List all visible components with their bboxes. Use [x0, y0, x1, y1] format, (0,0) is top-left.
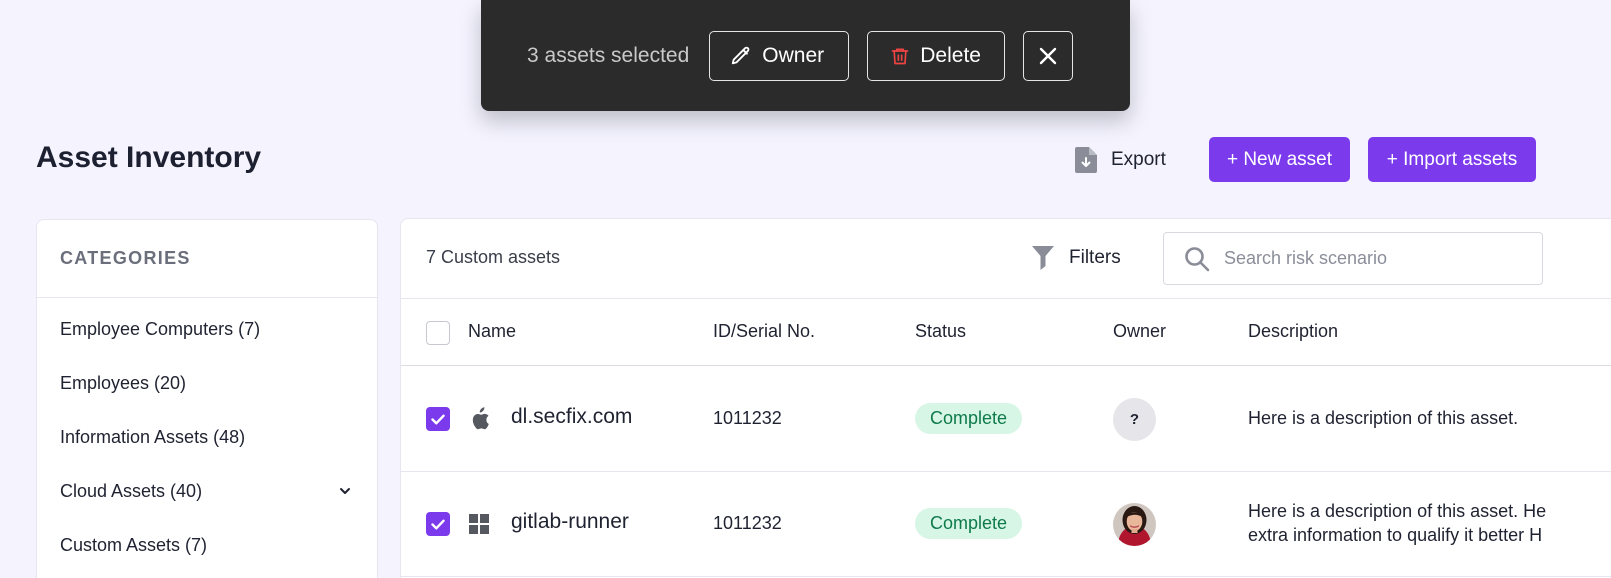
selection-count: 3 assets selected [527, 43, 690, 67]
status-badge: Complete [915, 403, 1023, 434]
search-input[interactable] [1224, 248, 1524, 269]
close-icon [1038, 46, 1058, 66]
category-item-custom-assets[interactable]: Custom Assets (7) [60, 530, 351, 560]
page-title: Asset Inventory [36, 141, 262, 174]
column-header-description[interactable]: Description [1248, 321, 1338, 342]
filters-button[interactable]: Filters [1031, 245, 1121, 271]
selection-toast: 3 assets selected Owner Delete [481, 0, 1130, 111]
asset-description: Here is a description of this asset. He … [1248, 499, 1611, 547]
new-asset-button[interactable]: + New asset [1209, 137, 1350, 182]
description-line: extra information to qualify it better H [1248, 525, 1543, 545]
category-label: Information Assets (48) [60, 426, 246, 447]
category-item-employees[interactable]: Employees (20) [60, 368, 351, 398]
category-label: Custom Assets (7) [60, 534, 208, 555]
column-header-status[interactable]: Status [915, 321, 966, 342]
categories-heading: CATEGORIES [37, 220, 377, 298]
status-badge: Complete [915, 508, 1023, 539]
category-label: Employee Computers (7) [60, 318, 261, 339]
avatar[interactable] [1113, 503, 1156, 546]
file-download-icon [1075, 147, 1097, 173]
category-label: Cloud Assets (40) [60, 480, 203, 501]
asset-name[interactable]: dl.secfix.com [511, 405, 632, 429]
column-header-name[interactable]: Name [468, 321, 516, 342]
asset-name[interactable]: gitlab-runner [511, 510, 629, 534]
category-item-cloud-assets[interactable]: Cloud Assets (40) [60, 476, 351, 506]
filters-label: Filters [1069, 247, 1121, 268]
row-checkbox[interactable] [426, 407, 450, 431]
avatar[interactable]: ? [1113, 398, 1156, 441]
asset-id: 1011232 [713, 513, 782, 533]
search-box [1163, 232, 1543, 285]
close-toast-button[interactable] [1023, 30, 1074, 81]
categories-panel: CATEGORIES Employee Computers (7) Employ… [36, 219, 378, 578]
select-all-checkbox[interactable] [426, 321, 450, 345]
category-label: Employees (20) [60, 372, 187, 393]
assets-table-panel: 7 Custom assets Filters Name ID/Serial N… [400, 218, 1611, 578]
row-checkbox[interactable] [426, 512, 450, 536]
pencil-icon [730, 45, 752, 67]
search-icon [1184, 246, 1210, 272]
export-button[interactable]: Export [1075, 144, 1166, 176]
table-row[interactable]: gitlab-runner 1011232 Complete Here is a… [401, 472, 1611, 577]
table-header-row: Name ID/Serial No. Status Owner Descript… [401, 299, 1611, 366]
trash-icon [890, 45, 910, 67]
asset-count: 7 Custom assets [426, 247, 561, 267]
asset-id: 1011232 [713, 408, 782, 428]
asset-description: Here is a description of this asset. [1248, 406, 1611, 430]
windows-icon [469, 514, 489, 534]
funnel-icon [1031, 245, 1055, 271]
set-owner-button[interactable]: Owner [709, 30, 850, 81]
chevron-down-icon[interactable] [339, 487, 351, 495]
owner-button-label: Owner [762, 43, 825, 67]
delete-button[interactable]: Delete [867, 30, 1006, 81]
column-header-owner[interactable]: Owner [1113, 321, 1166, 342]
delete-button-label: Delete [920, 43, 981, 67]
export-label: Export [1111, 149, 1166, 170]
category-item-information-assets[interactable]: Information Assets (48) [60, 422, 351, 452]
description-line: Here is a description of this asset. [1248, 408, 1519, 428]
category-item-employee-computers[interactable]: Employee Computers (7) [60, 314, 351, 344]
apple-icon [469, 407, 490, 431]
table-row[interactable]: dl.secfix.com 1011232 Complete ? Here is… [401, 367, 1611, 472]
description-line: Here is a description of this asset. He [1248, 501, 1547, 521]
import-assets-button[interactable]: + Import assets [1368, 137, 1536, 182]
table-toolbar: 7 Custom assets Filters [401, 219, 1611, 299]
column-header-id[interactable]: ID/Serial No. [713, 321, 815, 342]
